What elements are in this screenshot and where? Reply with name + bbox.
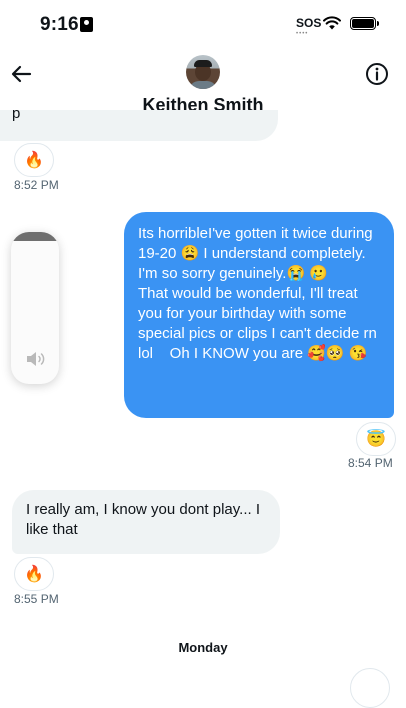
speaker-icon	[27, 352, 45, 366]
message-bubble-incoming[interactable]: I really am, I know you dont play... I l…	[12, 490, 280, 554]
id-card-icon	[80, 17, 93, 32]
scroll-button[interactable]	[350, 668, 390, 708]
volume-slider[interactable]	[11, 232, 59, 384]
signal-dots: ••••	[296, 31, 309, 37]
wifi-icon	[323, 16, 341, 30]
message-bubble-incoming-partial[interactable]: p	[0, 110, 278, 141]
message-timestamp: 8:54 PM	[348, 456, 393, 470]
sos-indicator: SOS	[296, 16, 322, 30]
info-icon[interactable]	[363, 60, 391, 88]
message-text-incoming: I really am, I know you dont play... I l…	[26, 501, 260, 538]
message-text-outgoing: Its horribleI've gotten it twice during …	[138, 225, 377, 362]
back-arrow-icon[interactable]	[8, 60, 36, 88]
status-bar: 9:16 SOS ••••	[0, 0, 406, 50]
avatar[interactable]	[186, 55, 220, 89]
message-text-partial: p	[12, 110, 21, 122]
message-bubble-outgoing[interactable]: Its horribleI've gotten it twice during …	[124, 212, 394, 418]
reaction-fire[interactable]: 🔥	[14, 143, 54, 177]
reaction-fire[interactable]: 🔥	[14, 557, 54, 591]
status-time: 9:16	[40, 14, 79, 35]
message-timestamp: 8:55 PM	[14, 592, 59, 606]
day-divider: Monday	[178, 640, 228, 655]
reaction-halo[interactable]: 😇	[356, 422, 396, 456]
volume-level-fill	[11, 232, 59, 241]
message-timestamp: 8:52 PM	[14, 178, 59, 192]
battery-icon	[350, 17, 379, 30]
